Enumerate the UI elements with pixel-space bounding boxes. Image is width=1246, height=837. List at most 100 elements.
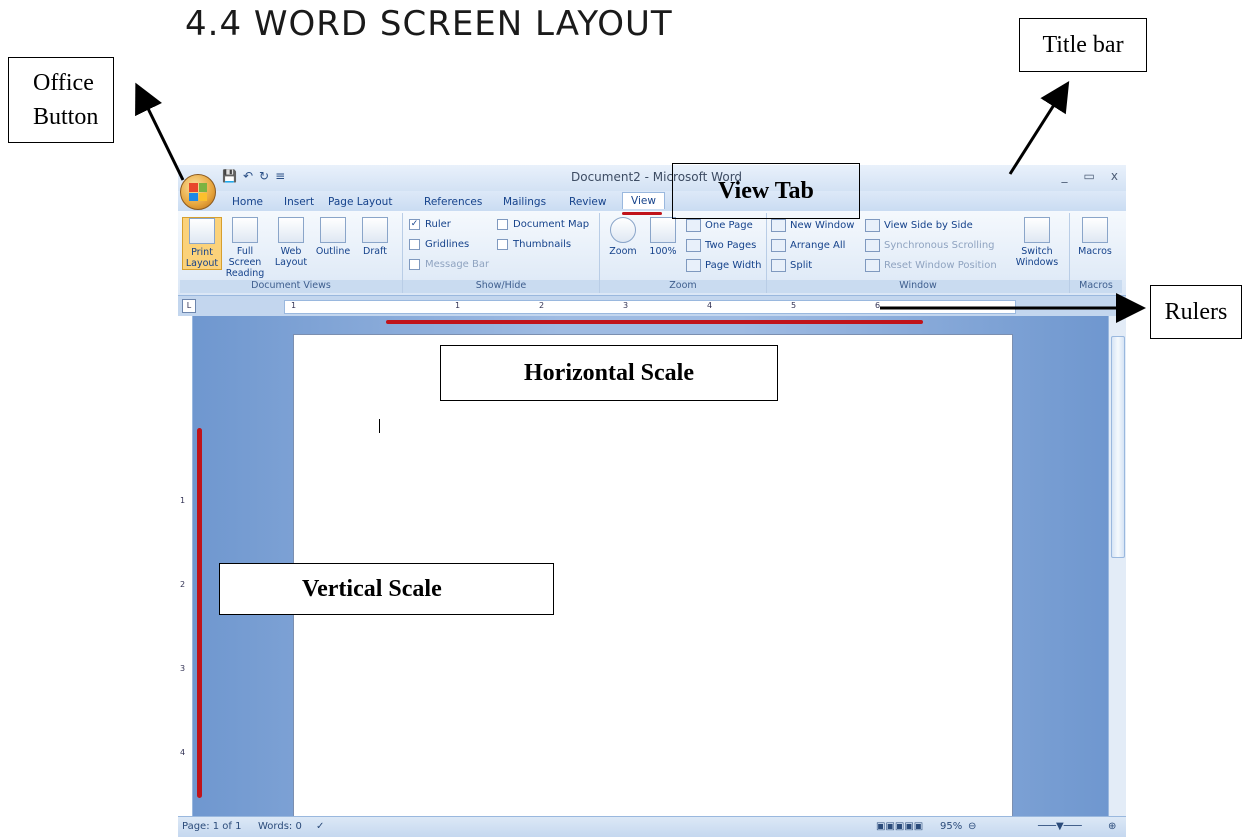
undo-icon[interactable]: ↶ — [243, 169, 253, 183]
draft-button[interactable]: Draft — [356, 217, 394, 257]
page-count[interactable]: Page: 1 of 1 — [182, 821, 241, 832]
close-button[interactable]: x — [1111, 169, 1118, 183]
vertical-ruler-line — [197, 428, 202, 798]
sync-scroll-icon — [865, 239, 880, 252]
switch-windows-button[interactable]: Switch Windows — [1011, 217, 1063, 268]
vertical-ruler[interactable]: 1 2 3 4 — [178, 316, 193, 816]
page-heading: 4.4 WORD SCREEN LAYOUT — [185, 4, 673, 44]
split-button[interactable]: Split — [771, 259, 812, 272]
ruler-number: 5 — [791, 301, 797, 310]
tab-mailings[interactable]: Mailings — [503, 193, 546, 211]
document-map-checkbox[interactable]: Document Map — [497, 219, 589, 230]
reset-window-position-label: Reset Window Position — [884, 260, 997, 271]
tab-home[interactable]: Home — [232, 193, 263, 211]
gridlines-label: Gridlines — [425, 239, 470, 250]
message-bar-checkbox[interactable]: Message Bar — [409, 259, 489, 270]
vruler-number: 2 — [180, 580, 186, 589]
zoom-100-button[interactable]: 100% — [644, 217, 682, 257]
gridlines-checkbox[interactable]: Gridlines — [409, 239, 469, 250]
view-side-by-side-button[interactable]: View Side by Side — [865, 219, 973, 232]
side-by-side-icon — [865, 219, 880, 232]
text-cursor — [379, 419, 380, 433]
office-button-callout-line2: Button — [33, 104, 99, 130]
window-group-label: Window — [767, 280, 1069, 293]
proofing-icon[interactable]: ✓ — [316, 821, 324, 832]
ruler-checkbox[interactable]: ✓ Ruler — [409, 219, 451, 230]
ruler-label: Ruler — [425, 219, 451, 230]
one-page-label: One Page — [705, 220, 753, 231]
web-layout-label: Web Layout — [274, 246, 308, 268]
new-window-label: New Window — [790, 220, 855, 231]
page-100-icon — [650, 217, 676, 243]
group-show-hide: ✓ Ruler Gridlines Message Bar Document Ma… — [403, 213, 600, 293]
vertical-scrollbar[interactable] — [1108, 316, 1126, 816]
redo-icon[interactable]: ↻ — [259, 169, 269, 183]
maximize-button[interactable]: ▭ — [1084, 169, 1095, 183]
office-button-callout-line1: Office — [33, 70, 94, 96]
zoom-slider[interactable]: ───▼─── — [1038, 821, 1082, 832]
tab-references[interactable]: References — [424, 193, 482, 211]
word-count[interactable]: Words: 0 — [258, 821, 302, 832]
zoom-out-icon[interactable]: ⊖ — [968, 821, 976, 832]
view-tab-underline — [622, 212, 662, 215]
print-layout-icon — [189, 218, 215, 244]
outline-icon — [320, 217, 346, 243]
customize-qat-icon[interactable]: ≡ — [275, 169, 285, 183]
group-window: New Window Arrange All Split View Side b… — [767, 213, 1070, 293]
view-side-by-side-label: View Side by Side — [884, 220, 973, 231]
arrange-all-button[interactable]: Arrange All — [771, 239, 845, 252]
macros-label: Macros — [1078, 246, 1112, 257]
tab-review[interactable]: Review — [569, 193, 606, 211]
ruler-check-icon: ✓ — [409, 219, 420, 230]
full-screen-reading-button[interactable]: Full Screen Reading — [224, 217, 266, 279]
scrollbar-thumb[interactable] — [1111, 336, 1125, 558]
rulers-callout: Rulers — [1150, 285, 1242, 339]
zoom-button[interactable]: Zoom — [604, 217, 642, 257]
reset-position-icon — [865, 259, 880, 272]
print-layout-button[interactable]: Print Layout — [182, 217, 222, 270]
new-window-button[interactable]: New Window — [771, 219, 854, 232]
vruler-number: 4 — [180, 748, 186, 757]
view-tab-callout: View Tab — [672, 163, 860, 219]
magnifier-icon — [610, 217, 636, 243]
outline-label: Outline — [315, 246, 351, 257]
tab-view[interactable]: View — [622, 192, 665, 209]
tab-page-layout[interactable]: Page Layout — [328, 193, 392, 211]
web-layout-button[interactable]: Web Layout — [272, 217, 310, 268]
vruler-number: 1 — [180, 496, 186, 505]
minimize-button[interactable]: _ — [1062, 169, 1068, 183]
title-bar-arrow — [1008, 80, 1070, 175]
zoom-level[interactable]: 95% — [940, 821, 962, 832]
title-bar: 💾 ↶ ↻ ≡ Document2 - Microsoft Word _ ▭ x — [178, 165, 1126, 191]
two-pages-button[interactable]: Two Pages — [686, 239, 756, 252]
zoom-group-label: Zoom — [600, 280, 766, 293]
reset-window-position-button[interactable]: Reset Window Position — [865, 259, 997, 272]
view-buttons[interactable]: ▣▣▣▣▣ — [876, 821, 923, 832]
tab-insert[interactable]: Insert — [284, 193, 314, 211]
thumbnails-checkbox[interactable]: Thumbnails — [497, 239, 571, 250]
page-width-button[interactable]: Page Width — [686, 259, 761, 272]
ruler-number: 2 — [539, 301, 545, 310]
horizontal-scale-callout: Horizontal Scale — [440, 345, 778, 401]
zoom-in-icon[interactable]: ⊕ — [1108, 821, 1116, 832]
office-logo-icon — [189, 183, 207, 201]
outline-button[interactable]: Outline — [314, 217, 352, 257]
macros-button[interactable]: Macros — [1076, 217, 1114, 257]
quick-access-toolbar: 💾 ↶ ↻ ≡ — [222, 169, 285, 183]
save-icon[interactable]: 💾 — [222, 169, 237, 183]
draft-label: Draft — [363, 246, 387, 257]
show-hide-label: Show/Hide — [403, 280, 599, 293]
horizontal-ruler-underline — [386, 320, 923, 324]
office-button[interactable] — [180, 174, 216, 210]
ribbon-tabs: Home Insert Page Layout References Maili… — [178, 191, 1126, 211]
window-controls: _ ▭ x — [1062, 169, 1118, 183]
draft-icon — [362, 217, 388, 243]
arrange-all-label: Arrange All — [790, 240, 846, 251]
horizontal-ruler[interactable]: 1 1 2 3 4 5 6 — [284, 300, 1016, 314]
office-button-callout: Office Button — [8, 57, 114, 143]
ruler-number: 1 — [455, 301, 461, 310]
synchronous-scrolling-button[interactable]: Synchronous Scrolling — [865, 239, 995, 252]
document-views-label: Document Views — [180, 280, 402, 293]
tab-selector-icon[interactable]: L — [182, 299, 196, 313]
one-page-button[interactable]: One Page — [686, 219, 753, 232]
